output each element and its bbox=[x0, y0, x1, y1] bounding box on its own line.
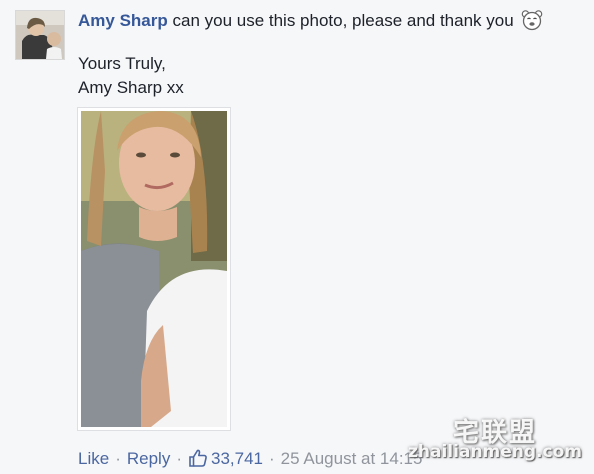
avatar-photo bbox=[16, 11, 64, 59]
comment-header: Amy Sharp can you use this photo, please… bbox=[78, 9, 590, 38]
comment: Amy Sharp can you use this photo, please… bbox=[0, 0, 594, 471]
reply-link[interactable]: Reply bbox=[127, 449, 170, 468]
smiling-bear-emoji-icon bbox=[521, 9, 543, 38]
like-count[interactable]: 33,741 bbox=[211, 449, 263, 468]
watermark-url: zhailianmeng.com bbox=[408, 442, 582, 462]
separator: · bbox=[115, 449, 121, 468]
signature-line: Amy Sharp xx bbox=[78, 78, 184, 97]
watermark-logo: 宅联盟 bbox=[452, 418, 537, 448]
comment-text: can you use this photo, please and thank… bbox=[172, 11, 514, 30]
avatar[interactable] bbox=[15, 10, 65, 60]
comment-actions: Like · Reply · 33,741 · 25 August at 14:15 bbox=[78, 448, 422, 474]
watermark: 宅联盟 zhailianmeng.com bbox=[400, 412, 590, 468]
separator: · bbox=[176, 449, 182, 468]
comment-timestamp[interactable]: 25 August at 14:15 bbox=[281, 449, 423, 468]
comment-body: Yours Truly, Amy Sharp xx bbox=[78, 52, 184, 100]
like-link[interactable]: Like bbox=[78, 449, 109, 468]
thumbs-up-icon[interactable] bbox=[188, 448, 208, 474]
separator: · bbox=[269, 449, 275, 468]
signoff-line: Yours Truly, bbox=[78, 54, 166, 73]
attached-photo[interactable] bbox=[77, 107, 231, 431]
photo-image bbox=[81, 111, 227, 427]
author-name-link[interactable]: Amy Sharp bbox=[78, 11, 168, 30]
